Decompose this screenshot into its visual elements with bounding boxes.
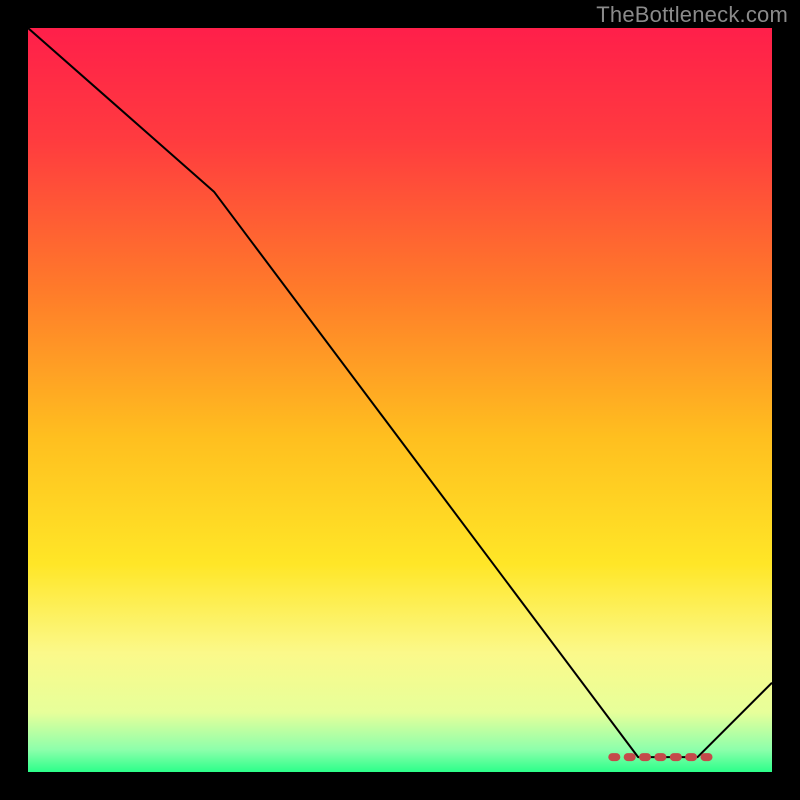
marker-dot <box>670 753 682 761</box>
marker-dot <box>654 753 666 761</box>
chart-svg <box>28 28 772 772</box>
plot-area <box>28 28 772 772</box>
marker-dot <box>608 753 620 761</box>
marker-dot <box>624 753 636 761</box>
marker-dot <box>701 753 713 761</box>
marker-dot <box>685 753 697 761</box>
chart-frame: TheBottleneck.com <box>0 0 800 800</box>
gradient-background <box>28 28 772 772</box>
marker-dot <box>639 753 651 761</box>
watermark-label: TheBottleneck.com <box>596 2 788 28</box>
